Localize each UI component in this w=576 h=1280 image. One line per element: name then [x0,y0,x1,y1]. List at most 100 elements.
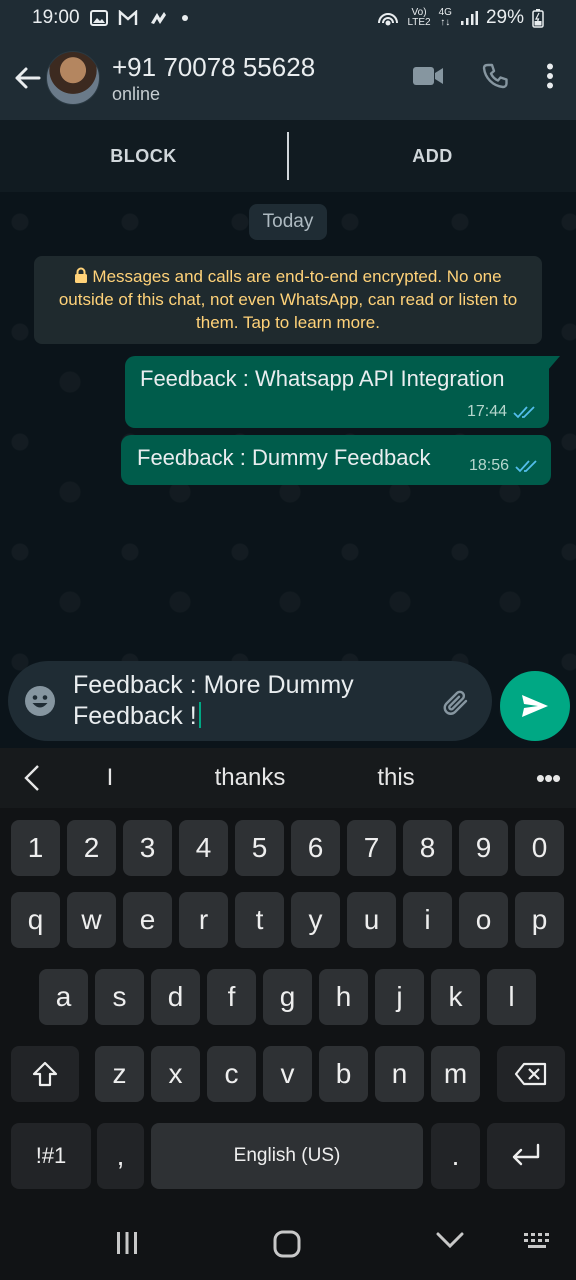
text-cursor [198,702,201,728]
lock-icon [75,267,88,283]
key-j[interactable]: j [375,969,424,1025]
symbols-key[interactable]: !#1 [11,1123,91,1189]
space-bar[interactable]: English (US) [151,1123,423,1189]
suggestion-item[interactable]: thanks [190,764,310,792]
key-g[interactable]: g [263,969,312,1025]
key-w[interactable]: w [67,892,116,948]
battery-percent: 29% [485,7,524,28]
key-v[interactable]: v [263,1046,312,1102]
avatar[interactable] [46,51,100,105]
key-a[interactable]: a [39,969,88,1025]
chevron-left-icon [24,765,39,791]
key-t[interactable]: t [235,892,284,948]
volte-indicator: Vo) LTE2 [407,7,431,28]
outgoing-message[interactable]: Feedback : Dummy Feedback 18:56 [121,435,551,485]
comma-key[interactable]: , [97,1123,144,1189]
video-call-button[interactable] [412,65,444,92]
keyboard-icon [524,1233,549,1248]
home-icon [273,1230,301,1258]
key-d[interactable]: d [151,969,200,1025]
suggestion-item[interactable]: I [94,764,126,792]
key-e[interactable]: e [123,892,172,948]
shift-icon [32,1061,58,1087]
message-text: Feedback : Dummy Feedback [137,445,431,470]
gallery-notification-icon [89,10,108,26]
key-6[interactable]: 6 [291,820,340,876]
message-input-line-1: Feedback : More Dummy [73,671,354,699]
key-0[interactable]: 0 [515,820,564,876]
key-m[interactable]: m [431,1046,480,1102]
more-notifications-dot-icon [181,15,188,21]
key-o[interactable]: o [459,892,508,948]
period-key[interactable]: . [431,1123,480,1189]
key-k[interactable]: k [431,969,480,1025]
emoji-icon [25,686,55,716]
backspace-icon [514,1062,547,1086]
key-7[interactable]: 7 [347,820,396,876]
key-5[interactable]: 5 [235,820,284,876]
status-time: 19:00 [32,7,80,28]
key-u[interactable]: u [347,892,396,948]
suggestion-item[interactable]: this [356,764,436,792]
contact-info[interactable]: +91 70078 55628 online [112,52,315,105]
message-input[interactable]: Feedback : More Dummy Feedback ! [73,670,443,732]
recents-button[interactable] [114,1230,140,1261]
suggestion-collapse-button[interactable] [0,764,64,792]
key-c[interactable]: c [207,1046,256,1102]
message-time: 17:44 [466,403,507,420]
add-contact-button[interactable]: ADD [289,146,576,167]
key-z[interactable]: z [95,1046,144,1102]
send-button[interactable] [500,671,570,741]
voice-call-icon [482,63,508,88]
keyboard-letter-row-2: a s d f g h j k l [0,969,576,1025]
key-y[interactable]: y [291,892,340,948]
shift-key[interactable] [11,1046,79,1102]
message-time: 18:56 [468,457,509,474]
key-8[interactable]: 8 [403,820,452,876]
emoji-button[interactable] [24,685,56,722]
key-p[interactable]: p [515,892,564,948]
chat-header: +91 70078 55628 online [0,36,576,120]
more-options-button[interactable] [546,63,554,94]
outgoing-message[interactable]: Feedback : Whatsapp API Integration 17:4… [125,356,549,428]
block-button[interactable]: BLOCK [0,146,287,167]
back-button[interactable] [8,66,46,90]
key-b[interactable]: b [319,1046,368,1102]
key-3[interactable]: 3 [123,820,172,876]
key-s[interactable]: s [95,969,144,1025]
key-h[interactable]: h [319,969,368,1025]
home-button[interactable] [273,1230,301,1263]
app-notification-icon [148,10,168,26]
send-icon [522,695,548,717]
key-4[interactable]: 4 [179,820,228,876]
key-n[interactable]: n [375,1046,424,1102]
key-2[interactable]: 2 [67,820,116,876]
keyboard-letter-row-3: z x c v b n m [0,1046,576,1102]
contact-status: online [112,83,161,104]
unknown-contact-action-bar: BLOCK ADD [0,120,576,192]
key-9[interactable]: 9 [459,820,508,876]
bubble-tail [548,356,560,370]
keyboard-letter-row-1: q w e r t y u i o p [0,892,576,948]
enter-icon [512,1143,540,1166]
enter-key[interactable] [487,1123,565,1189]
battery-charging-icon [532,8,544,28]
backspace-key[interactable] [497,1046,565,1102]
key-q[interactable]: q [11,892,60,948]
key-f[interactable]: f [207,969,256,1025]
hotspot-icon [377,9,399,27]
back-nav-button[interactable] [436,1230,464,1255]
key-l[interactable]: l [487,969,536,1025]
key-1[interactable]: 1 [11,820,60,876]
key-r[interactable]: r [179,892,228,948]
suggestion-more-button[interactable]: ••• [520,763,576,794]
message-composer: Feedback : More Dummy Feedback ! [8,661,492,741]
keyboard-switch-button[interactable] [522,1230,554,1259]
message-input-line-2: Feedback ! [73,702,197,730]
key-i[interactable]: i [403,892,452,948]
encryption-notice[interactable]: Messages and calls are end-to-end encryp… [34,256,542,344]
voice-call-button[interactable] [482,63,508,94]
attach-button[interactable] [440,687,470,722]
keyboard: I thanks this ••• 1 2 3 4 5 6 7 8 9 0 q … [0,748,576,1210]
key-x[interactable]: x [151,1046,200,1102]
